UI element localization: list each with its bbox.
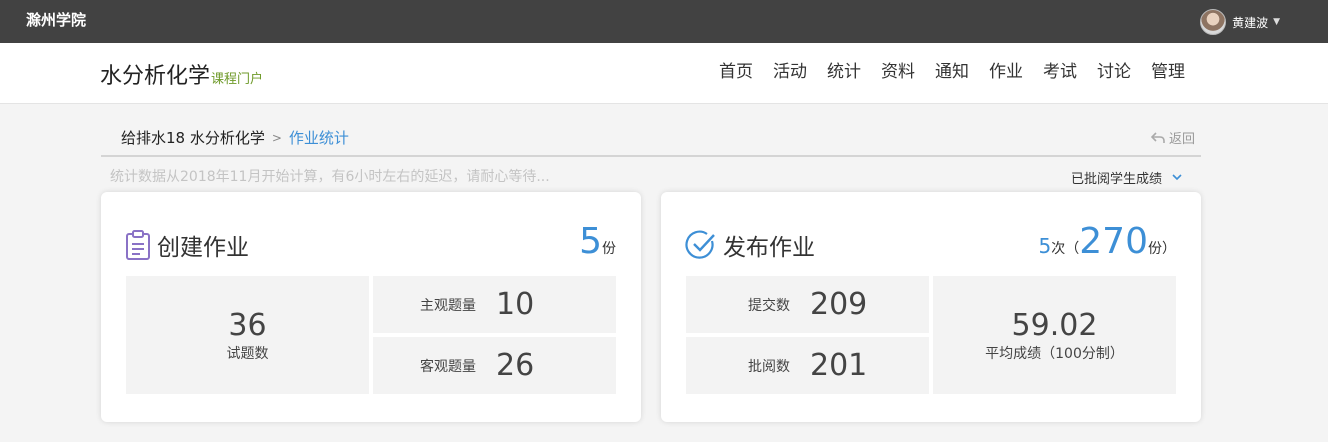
user-menu[interactable]: 黄建波 ▼ — [1200, 9, 1280, 35]
publish-times-value: 5 — [1038, 234, 1052, 258]
chevron-down-icon[interactable]: ▼ — [1273, 17, 1280, 27]
question-total-label: 试题数 — [226, 345, 269, 362]
school-name[interactable]: 滁州学院 — [26, 0, 86, 40]
top-bar: 滁州学院 黄建波 ▼ — [0, 0, 1328, 43]
publish-copies-value: 270 — [1079, 221, 1148, 262]
main-nav: 首页 活动 统计 资料 通知 作业 考试 讨论 管理 — [699, 60, 1185, 84]
course-name[interactable]: 水分析化学 — [100, 58, 210, 90]
objective-value: 26 — [496, 348, 535, 383]
breadcrumb-separator: > — [271, 130, 282, 145]
review-label: 批阅数 — [748, 358, 790, 375]
breadcrumb-bar: 给排水18 水分析化学 > 作业统计 返回 — [101, 120, 1201, 157]
avatar[interactable] — [1200, 9, 1227, 35]
question-total-tile: 36 试题数 — [126, 276, 369, 394]
publish-homework-title: 发布作业 — [685, 228, 815, 262]
subjective-label: 主观题量 — [420, 297, 476, 314]
back-button[interactable]: 返回 — [1150, 128, 1195, 147]
nav-activity[interactable]: 活动 — [773, 60, 807, 84]
score-filter-dropdown[interactable]: 已批阅学生成绩 — [1071, 168, 1182, 187]
breadcrumb-current: 作业统计 — [288, 129, 349, 147]
nav-homework[interactable]: 作业 — [989, 60, 1023, 84]
nav-statistics[interactable]: 统计 — [827, 60, 861, 84]
course-portal-label[interactable]: 课程门户 — [211, 68, 263, 87]
create-homework-count: 5 份 — [579, 222, 616, 262]
objective-label: 客观题量 — [420, 358, 476, 375]
subjective-value: 10 — [496, 287, 535, 322]
create-homework-label: 创建作业 — [157, 235, 249, 261]
back-label[interactable]: 返回 — [1169, 128, 1195, 147]
nav-exam[interactable]: 考试 — [1043, 60, 1077, 84]
create-count-value: 5 — [579, 221, 602, 262]
stats-note: 统计数据从2018年11月开始计算，有6小时左右的延迟，请耐心等待... — [110, 169, 550, 185]
nav-materials[interactable]: 资料 — [881, 60, 915, 84]
submit-tile: 提交数 209 — [686, 276, 929, 333]
clipboard-icon — [126, 230, 150, 260]
publish-copies-unit: 份） — [1148, 241, 1176, 257]
question-total-value: 36 — [228, 307, 267, 343]
back-arrow-icon — [1150, 131, 1165, 143]
publish-homework-card: 发布作业 5 次（ 270 份） 提交数 209 批阅数 201 59.02 平… — [661, 192, 1201, 422]
review-value: 201 — [810, 348, 868, 383]
course-header: 水分析化学 课程门户 首页 活动 统计 资料 通知 作业 考试 讨论 管理 — [0, 43, 1328, 104]
nav-home[interactable]: 首页 — [719, 60, 753, 84]
course-title[interactable]: 水分析化学 课程门户 — [100, 58, 263, 90]
nav-notices[interactable]: 通知 — [935, 60, 969, 84]
submit-label: 提交数 — [748, 297, 790, 314]
create-homework-title: 创建作业 — [125, 228, 249, 262]
create-count-unit: 份 — [602, 241, 616, 257]
publish-times-unit: 次（ — [1051, 241, 1080, 257]
review-tile: 批阅数 201 — [686, 337, 929, 394]
average-score-label: 平均成绩（100分制） — [985, 345, 1124, 362]
average-score-tile: 59.02 平均成绩（100分制） — [933, 276, 1176, 394]
nav-manage[interactable]: 管理 — [1151, 60, 1185, 84]
nav-discussion[interactable]: 讨论 — [1097, 60, 1131, 84]
subjective-tile: 主观题量 10 — [373, 276, 616, 333]
chevron-down-icon[interactable] — [1172, 174, 1182, 181]
average-score-value: 59.02 — [1011, 307, 1098, 343]
publish-homework-label: 发布作业 — [723, 235, 815, 261]
user-name[interactable]: 黄建波 — [1232, 14, 1268, 31]
publish-homework-count: 5 次（ 270 份） — [1039, 222, 1176, 262]
submit-value: 209 — [810, 287, 868, 322]
breadcrumb: 给排水18 水分析化学 > 作业统计 — [121, 127, 349, 148]
objective-tile: 客观题量 26 — [373, 337, 616, 394]
breadcrumb-course[interactable]: 给排水18 水分析化学 — [121, 127, 265, 148]
score-filter-value[interactable]: 已批阅学生成绩 — [1071, 168, 1162, 187]
check-circle-icon — [685, 230, 715, 259]
create-homework-card: 创建作业 5 份 36 试题数 主观题量 10 客观题量 26 — [101, 192, 641, 422]
